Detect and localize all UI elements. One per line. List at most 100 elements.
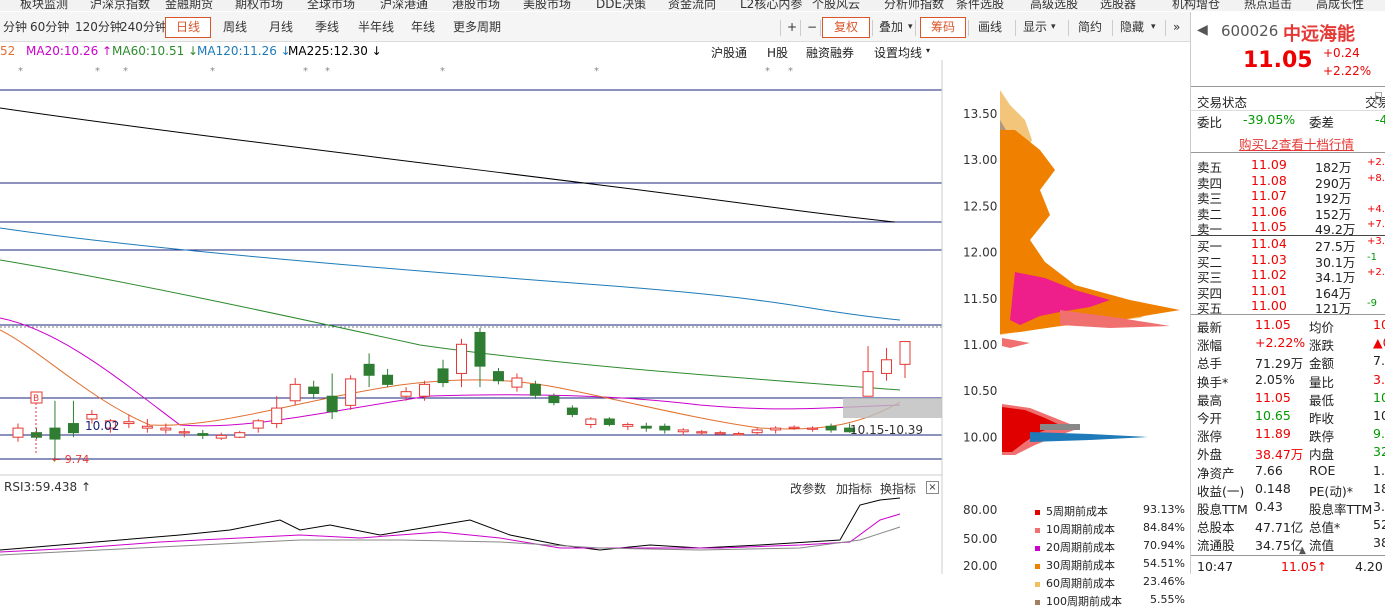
candle bbox=[178, 428, 190, 438]
chart-link-3[interactable]: 设置均线 bbox=[874, 44, 922, 61]
fuquan-button[interactable]: 复权 bbox=[822, 17, 870, 38]
cost-pct: 54.51% bbox=[1143, 557, 1185, 570]
period-0[interactable]: 分钟 bbox=[0, 16, 30, 38]
divider bbox=[1191, 110, 1385, 111]
candle-body bbox=[215, 434, 227, 439]
rsi-button-2[interactable]: 换指标 bbox=[880, 480, 916, 497]
close-icon[interactable]: × bbox=[926, 481, 939, 494]
top-menu-item[interactable]: 沪深京指数 bbox=[90, 0, 150, 11]
rsi-button-1[interactable]: 加指标 bbox=[836, 480, 872, 497]
sell-level-cell: +2.2 bbox=[1367, 157, 1385, 168]
candle-body bbox=[67, 423, 79, 434]
draw-button[interactable]: 画线 bbox=[975, 16, 1005, 38]
stock-code: 600026 bbox=[1221, 22, 1279, 40]
top-menu-item[interactable]: 个股风云 bbox=[812, 0, 860, 11]
toolbar-separator bbox=[1112, 20, 1113, 36]
event-marker: * bbox=[18, 66, 23, 77]
top-menu-item[interactable]: 板块监测 bbox=[20, 0, 68, 11]
back-arrow-icon[interactable]: ◀ bbox=[1197, 22, 1208, 38]
stat-row-cell: 跌停 bbox=[1309, 429, 1335, 445]
l2-link[interactable]: 购买L2查看十档行情 bbox=[1239, 134, 1354, 153]
bar-chart-icon: ▥ bbox=[1118, 60, 1130, 61]
buy-level-cell: 11.02 bbox=[1251, 267, 1287, 282]
minus-button[interactable]: − bbox=[804, 16, 820, 38]
period-9[interactable]: 年线 bbox=[408, 16, 438, 38]
candle-body bbox=[899, 341, 911, 365]
hide-button[interactable]: 隐藏 bbox=[1117, 16, 1147, 38]
cost-label: 100周期前成本 bbox=[1046, 595, 1122, 608]
top-menu-item[interactable]: 机构增仓 bbox=[1172, 0, 1220, 11]
period-1[interactable]: 60分钟 bbox=[27, 16, 72, 38]
candle bbox=[141, 419, 153, 433]
stock-name: 中远海能 bbox=[1283, 24, 1355, 45]
cost-label: 20周期前成本 bbox=[1046, 541, 1115, 554]
stat-row: 最高 11.05 最低 10. bbox=[1197, 390, 1385, 408]
sell-level-cell: 11.09 bbox=[1251, 157, 1287, 172]
candle-body bbox=[862, 371, 874, 397]
period-10[interactable]: 更多周期 bbox=[450, 16, 504, 38]
stat-row-cell: 10. bbox=[1373, 389, 1385, 405]
chart-link-2[interactable]: 融资融券 bbox=[806, 44, 854, 61]
collapse-button[interactable]: » bbox=[1170, 16, 1183, 38]
candle-body bbox=[271, 407, 283, 425]
top-menu-item[interactable]: 美股市场 bbox=[523, 0, 571, 11]
stock-pct: +2.22% bbox=[1323, 64, 1372, 78]
top-menu-item[interactable]: 资金流向 bbox=[668, 0, 716, 11]
stat-row-cell: 32.83 bbox=[1373, 444, 1385, 460]
top-menu-item[interactable]: 金融期货 bbox=[165, 0, 213, 11]
top-menu-item[interactable]: 选股器 bbox=[1100, 0, 1136, 11]
candle-body bbox=[751, 429, 763, 434]
candle-body bbox=[696, 431, 708, 434]
top-menu-item[interactable]: DDE决策 bbox=[596, 0, 646, 11]
kline-chart-area[interactable]: * * * * * * * * * * 10.02 10.15-10.39 ← 9.74 B 13.50 13… bbox=[0, 60, 1190, 574]
rsi-button-0[interactable]: 改参数 bbox=[790, 480, 826, 497]
weibi-row-cell: -39.05% bbox=[1243, 112, 1296, 127]
sell-level-cell: +4.4 bbox=[1367, 203, 1385, 215]
top-menu-item[interactable]: 高级选股 bbox=[1030, 0, 1078, 11]
price-axis-label: 11.50 bbox=[963, 292, 997, 306]
toolbar-separator bbox=[968, 20, 969, 36]
stat-row: 涨停 11.89 跌停 9. bbox=[1197, 426, 1385, 444]
top-menu-item[interactable]: L2核心内参 bbox=[740, 0, 802, 11]
top-menu-item[interactable]: 条件选股 bbox=[956, 0, 1004, 11]
stat-row-cell: 内盘 bbox=[1309, 447, 1335, 463]
period-3[interactable]: 240分钟 bbox=[117, 16, 170, 38]
rsi-line-1 bbox=[0, 497, 901, 551]
candle bbox=[345, 375, 357, 410]
top-menu-item[interactable]: 港股市场 bbox=[452, 0, 500, 11]
period-6[interactable]: 月线 bbox=[266, 16, 296, 38]
top-menu-item[interactable]: 沪深港通 bbox=[380, 0, 428, 11]
stat-row: 最新 11.05 均价 10. bbox=[1197, 317, 1385, 335]
period-5[interactable]: 周线 bbox=[220, 16, 250, 38]
stat-row-cell: 今开 bbox=[1197, 411, 1223, 426]
price-axis-label: 12.00 bbox=[963, 246, 997, 260]
candle-body bbox=[382, 374, 394, 385]
top-menu-item[interactable]: 分析师指数 bbox=[884, 0, 944, 11]
price-axis-label: 13.50 bbox=[963, 107, 997, 121]
plus-button[interactable]: + bbox=[784, 16, 800, 38]
overlay-button[interactable]: 叠加 bbox=[876, 16, 906, 38]
period-4[interactable]: 日线 bbox=[165, 17, 211, 38]
sell-level-cell: +7.4 bbox=[1367, 219, 1385, 230]
stat-row-cell: +2.22% bbox=[1255, 335, 1306, 351]
simplify-button[interactable]: 简约 bbox=[1075, 16, 1105, 38]
chart-link-0[interactable]: 沪股通 bbox=[711, 44, 747, 61]
rsi-line-2 bbox=[0, 513, 901, 553]
cost-color-swatch bbox=[1035, 509, 1040, 515]
top-menu-item[interactable]: 全球市场 bbox=[307, 0, 355, 11]
event-marker: * bbox=[765, 66, 770, 77]
period-8[interactable]: 半年线 bbox=[355, 16, 397, 38]
candle-body bbox=[437, 368, 449, 384]
period-7[interactable]: 季线 bbox=[312, 16, 342, 38]
top-menu-item[interactable]: 高成长性 bbox=[1316, 0, 1364, 11]
support-label: 10.02 bbox=[85, 419, 119, 433]
display-button[interactable]: 显示 bbox=[1020, 16, 1050, 38]
chip-button[interactable]: 筹码 bbox=[920, 17, 966, 38]
top-menu-item[interactable]: 热点追击 bbox=[1244, 0, 1292, 11]
stat-row: 换手* 2.05% 量比 3. bbox=[1197, 372, 1385, 390]
chart-link-1[interactable]: H股 bbox=[767, 44, 788, 61]
top-menu-item[interactable]: 期权市场 bbox=[235, 0, 283, 11]
scroll-arrow-icon[interactable]: ▸ bbox=[1375, 92, 1382, 104]
stat-row: 股息TTM 0.43 股息率TTM3.89 bbox=[1197, 499, 1385, 517]
divider bbox=[1191, 314, 1385, 315]
